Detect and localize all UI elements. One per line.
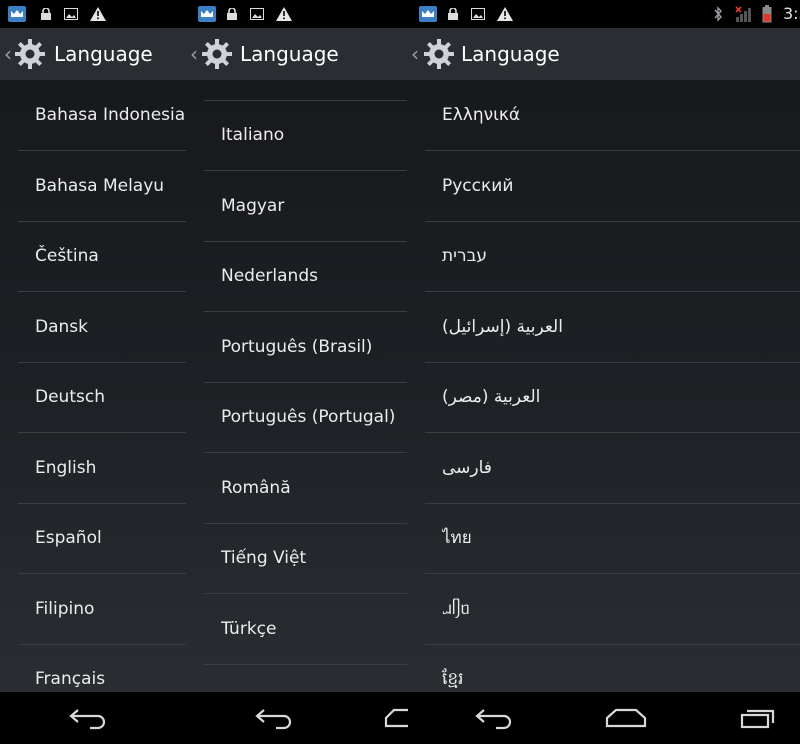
battery-icon [759,0,775,28]
language-item[interactable]: Bahasa Melayu [35,151,186,221]
language-label: Čeština [35,246,99,266]
store-notification-icon [417,0,439,28]
language-item[interactable]: العربية (إسرائيل) [442,292,800,362]
language-panel-2: ‹ Language Italiano Magyar Nederlands Po… [186,0,407,692]
language-panel-1: ‹ Language Bahasa Indonesia Bahasa Melay… [0,0,186,692]
signal-icon [733,0,755,28]
status-bar: 3:3 [407,0,800,28]
store-notification-icon [6,0,28,28]
language-label: English [35,458,97,478]
navigation-bar [0,692,800,744]
language-item[interactable]: ᥘᥦᥝ [442,574,800,644]
language-label: Magyar [221,196,285,216]
lock-icon [445,0,461,28]
language-item[interactable]: Nederlands [221,241,407,311]
language-item[interactable]: Español [35,503,186,573]
language-label: עברית [442,246,488,266]
language-item[interactable]: Türkçe [221,594,407,664]
language-item[interactable]: Português (Brasil) [221,312,407,382]
up-chevron-icon[interactable]: ‹ [190,38,200,70]
language-item[interactable]: فارسی [442,433,800,503]
back-icon[interactable] [62,692,114,744]
status-bar [0,0,186,28]
home-icon[interactable] [374,692,420,744]
language-item[interactable]: Bahasa Indonesia [35,80,186,150]
language-label: ᥘᥦᥝ [442,599,470,619]
language-item[interactable]: Français [35,644,186,692]
language-label: Filipino [35,599,95,619]
language-label: Español [35,528,102,548]
gear-icon[interactable] [423,38,455,70]
action-bar: ‹ Language [407,28,800,80]
language-item[interactable]: Русский [442,151,800,221]
back-icon[interactable] [248,692,300,744]
warning-icon [88,0,108,28]
language-label: ខ្មែរ [442,669,464,689]
language-label: العربية (إسرائيل) [442,317,563,337]
language-label: Română [221,478,291,498]
lock-icon [38,0,54,28]
language-item[interactable]: Magyar [221,171,407,241]
language-label: Português (Brasil) [221,337,373,357]
language-label: Português (Portugal) [221,407,396,427]
language-label: Ελληνικά [442,105,521,125]
warning-icon [274,0,294,28]
language-label: Deutsch [35,387,105,407]
status-bar [186,0,407,28]
language-label: Русский [442,176,514,196]
language-item[interactable]: Deutsch [35,362,186,432]
language-item[interactable]: Italiano [221,100,407,170]
warning-icon [495,0,515,28]
page-title: Language [54,42,153,66]
recents-icon[interactable] [734,692,782,744]
language-item[interactable]: Čeština [35,221,186,291]
language-label: Français [35,669,106,689]
language-panel-3: 3:3 ‹ Language Ελληνικά Русский עברית ال… [407,0,800,692]
up-chevron-icon[interactable]: ‹ [411,38,421,70]
language-item[interactable]: Filipino [35,574,186,644]
language-item[interactable]: עברית [442,221,800,291]
bluetooth-icon [709,0,727,28]
home-icon[interactable] [598,692,654,744]
language-label: Bahasa Melayu [35,176,165,196]
lock-icon [224,0,240,28]
language-label: ไทย [442,528,472,548]
language-label: Bahasa Indonesia [35,105,186,125]
store-notification-icon [196,0,218,28]
language-label: Italiano [221,125,285,145]
page-title: Language [240,42,339,66]
divider [204,664,407,665]
language-item[interactable]: Ελληνικά [442,80,800,150]
language-item[interactable]: English [35,433,186,503]
language-label: Tiếng Việt [221,548,307,568]
language-label: Türkçe [221,619,277,639]
status-clock: 3:3 [783,4,800,23]
language-item[interactable]: Português (Portugal) [221,382,407,452]
language-item[interactable]: ไทย [442,503,800,573]
gear-icon[interactable] [14,38,46,70]
language-label: Dansk [35,317,88,337]
up-chevron-icon[interactable]: ‹ [4,38,14,70]
language-item[interactable]: Dansk [35,292,186,362]
language-label: Nederlands [221,266,318,286]
language-item[interactable]: ខ្មែរ [442,644,800,692]
image-icon [469,0,487,28]
image-icon [62,0,80,28]
back-icon[interactable] [468,692,520,744]
language-label: العربية (مصر) [442,387,541,407]
action-bar: ‹ Language [0,28,186,80]
language-label: فارسی [442,458,492,478]
language-item[interactable]: Română [221,453,407,523]
gear-icon[interactable] [201,38,233,70]
language-item[interactable]: العربية (مصر) [442,362,800,432]
language-item[interactable]: Tiếng Việt [221,523,407,593]
page-title: Language [461,42,560,66]
action-bar: ‹ Language [186,28,407,80]
image-icon [248,0,266,28]
